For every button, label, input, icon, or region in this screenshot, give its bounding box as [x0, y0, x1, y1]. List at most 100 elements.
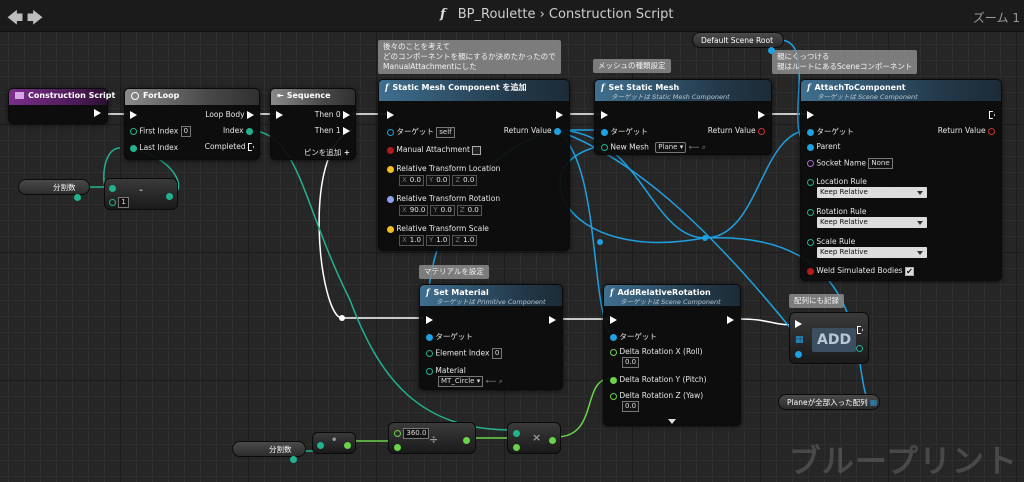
scale-rule-select[interactable]: Keep Relative: [817, 247, 927, 258]
convert-out-pin[interactable]: [344, 440, 351, 449]
scale-rule-pin[interactable]: Scale Rule: [807, 237, 855, 246]
set-static-mesh-node[interactable]: f Set Static Mesh ターゲットは Static Mesh Compo…: [594, 79, 772, 155]
return-value-pin[interactable]: Return Value: [708, 126, 765, 135]
add-relative-rotation-node[interactable]: f AddRelativeRotation ターゲットは Scene Compone…: [603, 284, 741, 426]
array-pin[interactable]: ▦: [795, 335, 804, 345]
location-rule-pin[interactable]: Location Rule: [807, 177, 867, 186]
subtract-b-pin[interactable]: 1: [109, 197, 129, 208]
delta-z-value[interactable]: 0.0: [622, 401, 640, 412]
multiply-a-pin[interactable]: [513, 428, 520, 437]
delta-x-pin[interactable]: Delta Rotation X (Roll): [610, 347, 703, 356]
index-out-pin[interactable]: [856, 343, 863, 352]
add-static-mesh-node[interactable]: f Static Mesh Component を追加 ターゲット self Re…: [378, 79, 570, 251]
weld-pin[interactable]: Weld Simulated Bodies ✔: [807, 266, 914, 276]
sequence-node[interactable]: ⇤ Sequence Then 0 Then 1 ピンを追加 +: [270, 88, 356, 160]
target-pin[interactable]: ターゲット: [807, 126, 854, 137]
parent-pin[interactable]: Parent: [807, 142, 840, 151]
rotation-rule-select[interactable]: Keep Relative: [817, 217, 927, 228]
loop-body-pin[interactable]: Loop Body: [205, 110, 254, 119]
delta-z-pin[interactable]: Delta Rotation Z (Yaw): [610, 391, 703, 400]
rotation-rule-pin[interactable]: Rotation Rule: [807, 207, 866, 216]
var-bunkatsu-get-2[interactable]: 分割数: [232, 441, 306, 463]
forward-arrow-icon[interactable]: 🡆: [26, 7, 44, 34]
delta-y-pin[interactable]: Delta Rotation Y (Pitch): [610, 375, 707, 384]
exec-in-pin[interactable]: [276, 110, 283, 119]
rotation-pin[interactable]: Relative Transform Rotation: [387, 194, 500, 203]
convert-in-pin[interactable]: [317, 440, 324, 449]
exec-out-pin[interactable]: [94, 108, 101, 117]
array-add-node[interactable]: ▦ ADD: [789, 312, 869, 364]
int-to-float-node[interactable]: •: [312, 432, 356, 454]
expand-arrow-icon[interactable]: [668, 417, 676, 426]
comment-attach[interactable]: 親にくっつける 親はルートにあるSceneコンポーネント: [772, 50, 918, 74]
scale-pin[interactable]: Relative Transform Scale: [387, 224, 489, 233]
var-plane-array[interactable]: Planeが全部入った配列 ▦: [778, 394, 880, 410]
subtract-a-pin[interactable]: [109, 183, 116, 192]
exec-in-pin[interactable]: [130, 110, 137, 119]
location-rule-select[interactable]: Keep Relative: [817, 187, 927, 198]
rotation-values[interactable]: X 90.0 Y 0.0 Z 0.0: [399, 205, 484, 216]
target-pin[interactable]: ターゲット: [610, 331, 657, 342]
return-value-pin[interactable]: Return Value: [504, 126, 561, 135]
target-pin[interactable]: ターゲット: [601, 126, 648, 137]
scale-values[interactable]: X 1.0 Y 1.0 Z 1.0: [399, 235, 479, 246]
comment-add-static-mesh[interactable]: 後々のことを考えて どのコンポーネントを親にするか決めたかったので Manual…: [378, 40, 561, 74]
multiply-node[interactable]: ×: [507, 422, 561, 454]
manual-attachment-checkbox[interactable]: [472, 145, 482, 155]
comment-material[interactable]: マテリアルを設定: [419, 265, 489, 279]
material-pin[interactable]: Material: [426, 366, 466, 375]
divide-out-pin[interactable]: [463, 435, 470, 444]
target-pin[interactable]: ターゲット: [426, 331, 473, 342]
forloop-node[interactable]: ForLoop Loop Body First Index 0 Index La…: [124, 88, 260, 160]
add-pin-button[interactable]: ピンを追加 +: [304, 147, 350, 158]
last-index-pin[interactable]: Last Index: [130, 143, 178, 152]
multiply-out-pin[interactable]: [549, 435, 556, 444]
exec-in-pin[interactable]: [795, 319, 802, 328]
return-value-pin[interactable]: Return Value: [938, 126, 995, 135]
set-material-node[interactable]: f Set Material ターゲットは Primitive Component …: [419, 284, 563, 390]
element-index-pin[interactable]: Element Index 0: [426, 348, 503, 359]
location-pin[interactable]: Relative Transform Location: [387, 164, 500, 173]
comment-mesh-type[interactable]: メッシュの種類設定: [593, 59, 671, 73]
exec-out-pin[interactable]: [857, 325, 863, 334]
exec-in-pin[interactable]: [601, 110, 608, 119]
socket-name-pin[interactable]: Socket Name None: [807, 158, 893, 169]
subtract-out-pin[interactable]: [166, 191, 173, 200]
completed-pin[interactable]: Completed: [205, 142, 254, 151]
breadcrumb-blueprint[interactable]: BP_Roulette: [458, 7, 536, 22]
exec-out-pin[interactable]: [989, 110, 995, 119]
multiply-b-pin[interactable]: [513, 442, 520, 451]
construction-script-node[interactable]: Construction Script: [8, 88, 115, 124]
subtract-node[interactable]: 1 -: [104, 178, 178, 210]
back-arrow-icon[interactable]: 🡄: [6, 7, 24, 34]
location-values[interactable]: X 0.0 Y 0.0 Z 0.0: [399, 175, 479, 186]
exec-in-pin[interactable]: [610, 315, 617, 324]
exec-in-pin[interactable]: [807, 110, 814, 119]
then0-pin[interactable]: Then 0: [315, 110, 350, 119]
exec-out-pin[interactable]: [556, 110, 563, 119]
delta-x-value[interactable]: 0.0: [622, 357, 640, 368]
manual-attachment-pin[interactable]: Manual Attachment: [387, 145, 482, 155]
var-bunkatsu-get[interactable]: 分割数: [18, 179, 90, 201]
material-select[interactable]: MT_Circle ▾ ⟵ ⌕: [438, 376, 503, 387]
comment-array[interactable]: 配列にも記録: [789, 294, 844, 308]
exec-in-pin[interactable]: [387, 110, 394, 119]
exec-out-pin[interactable]: [549, 315, 556, 324]
var-default-scene-root[interactable]: Default Scene Root: [692, 32, 784, 54]
item-pin[interactable]: [795, 349, 802, 358]
breadcrumb-graph[interactable]: Construction Script: [549, 7, 674, 22]
exec-in-pin[interactable]: [426, 315, 433, 324]
divide-node[interactable]: 360.0 ÷: [388, 422, 476, 454]
target-pin[interactable]: ターゲット self: [387, 126, 455, 138]
first-index-pin[interactable]: First Index 0: [130, 126, 192, 137]
index-pin[interactable]: Index: [223, 126, 253, 135]
then1-pin[interactable]: Then 1: [315, 126, 350, 135]
new-mesh-pin[interactable]: New Mesh Plane ▾ ⟵ ⌕: [601, 142, 706, 153]
weld-checkbox[interactable]: ✔: [904, 266, 914, 276]
attach-to-component-node[interactable]: f AttachToComponent ターゲットは Scene Component…: [800, 79, 1002, 281]
graph-canvas[interactable]: 🡄 🡆 f BP_Roulette › Construction Script …: [0, 0, 1024, 482]
exec-out-pin[interactable]: [727, 315, 734, 324]
exec-out-pin[interactable]: [758, 110, 765, 119]
divide-b-pin[interactable]: [394, 442, 401, 451]
divide-a-pin[interactable]: 360.0: [394, 428, 430, 439]
